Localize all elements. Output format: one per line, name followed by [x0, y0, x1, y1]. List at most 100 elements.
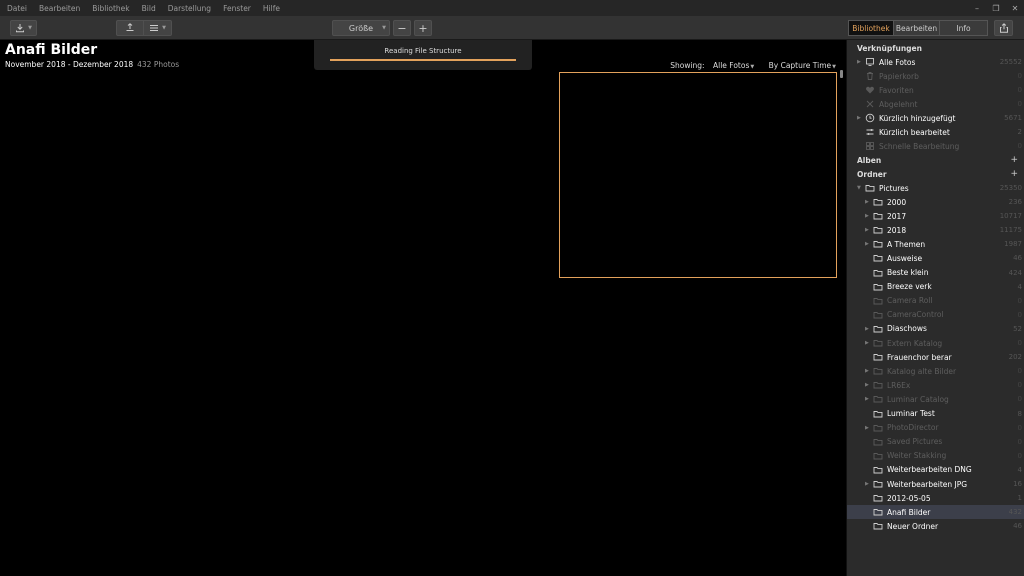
chevron-right-icon[interactable]: ▶ — [865, 199, 869, 205]
shortcut-item[interactable]: Abgelehnt 0 — [847, 97, 1024, 111]
menu-bibliothek[interactable]: Bibliothek — [86, 4, 135, 13]
menu-hilfe[interactable]: Hilfe — [257, 4, 286, 13]
chevron-right-icon[interactable]: ▶ — [865, 382, 869, 388]
folder-icon — [873, 437, 883, 447]
photo-count: 432 Photos — [137, 60, 180, 69]
chevron-down-icon: ▼ — [832, 64, 836, 70]
close-button[interactable]: ✕ — [1010, 4, 1020, 13]
folder-item[interactable]: Neuer Ordner 46 — [847, 519, 1024, 533]
folder-item[interactable]: Camera Roll 0 — [847, 294, 1024, 308]
chevron-right-icon[interactable]: ▶ — [857, 59, 861, 65]
folder-item[interactable]: ▶ A Themen 1987 — [847, 237, 1024, 251]
folder-item[interactable]: 2012-05-05 1 — [847, 491, 1024, 505]
chevron-right-icon[interactable]: ▶ — [865, 396, 869, 402]
shortcut-item-label: Kürzlich bearbeitet — [879, 127, 950, 137]
restore-button[interactable]: ❐ — [991, 4, 1001, 13]
sidebar: Verknüpfungen ▶ Alle Fotos 25552 Papierkorb… — [846, 40, 1024, 576]
shortcut-item-label: Papierkorb — [879, 71, 919, 81]
folder-item-pictures[interactable]: ▼ Pictures 25350 — [847, 181, 1024, 195]
shortcut-item-label: Kürzlich hinzugefügt — [879, 113, 956, 123]
chevron-down-icon: ▼ — [750, 64, 755, 70]
shortcut-item-count: 5671 — [1004, 114, 1022, 122]
folder-item[interactable]: Luminar Test 8 — [847, 407, 1024, 421]
x-icon — [865, 99, 875, 109]
folder-icon — [873, 282, 883, 292]
tab-bearbeiten[interactable]: Bearbeiten — [894, 20, 940, 36]
scrollbar[interactable] — [840, 70, 843, 78]
folder-item[interactable]: ▶ Luminar Catalog 0 — [847, 392, 1024, 406]
folder-item[interactable]: Anafi Bilder 432 — [847, 505, 1024, 520]
chevron-right-icon[interactable]: ▶ — [865, 425, 869, 431]
list-view-button[interactable]: ▼ — [143, 20, 172, 36]
folder-icon — [873, 253, 883, 263]
folder-item[interactable]: Saved Pictures 0 — [847, 435, 1024, 449]
folder-item-label: LR6Ex — [887, 380, 911, 390]
size-dropdown[interactable]: Größe ▼ — [332, 20, 390, 36]
progress-fill — [330, 59, 516, 61]
chevron-right-icon[interactable]: ▶ — [857, 115, 861, 121]
menu-darstellung[interactable]: Darstellung — [162, 4, 217, 13]
chevron-right-icon[interactable]: ▶ — [865, 213, 869, 219]
folder-item[interactable]: Breeze verk 4 — [847, 280, 1024, 294]
shortcut-item[interactable]: Schnelle Bearbeitung 0 — [847, 139, 1024, 153]
chevron-right-icon[interactable]: ▶ — [865, 481, 869, 487]
zoom-out-button[interactable]: − — [393, 20, 411, 36]
folder-item-count: 16 — [1013, 480, 1022, 488]
folder-item[interactable]: Ausweise 46 — [847, 251, 1024, 265]
folder-item-label: Frauenchor berar — [887, 352, 952, 362]
folder-item-count: 1987 — [1004, 240, 1022, 249]
chevron-down-icon[interactable]: ▼ — [857, 185, 861, 191]
folder-item[interactable]: Frauenchor berar 202 — [847, 350, 1024, 364]
folder-item[interactable]: ▶ Extern Katalog 0 — [847, 336, 1024, 350]
filter-dropdown[interactable]: Alle Fotos▼ — [713, 61, 754, 70]
tab-info[interactable]: Info — [940, 20, 988, 36]
chevron-right-icon[interactable]: ▶ — [865, 368, 869, 374]
folder-item-label: Weiterbearbeiten JPG — [887, 479, 968, 489]
zoom-in-button[interactable]: + — [414, 20, 432, 36]
chevron-right-icon[interactable]: ▶ — [865, 326, 869, 332]
upload-button[interactable] — [116, 20, 143, 36]
date-range: November 2018 - Dezember 2018 — [5, 60, 134, 69]
folder-item[interactable]: ▶ Weiterbearbeiten JPG 16 — [847, 477, 1024, 491]
folder-item[interactable]: ▶ Katalog alte Bilder 0 — [847, 364, 1024, 378]
progress-bar — [330, 59, 516, 61]
add-album-icon[interactable]: + — [1010, 155, 1018, 165]
photos-icon — [865, 57, 875, 67]
folder-item[interactable]: ▶ LR6Ex 0 — [847, 378, 1024, 392]
upload-icon — [126, 23, 134, 31]
share-button[interactable] — [994, 20, 1013, 36]
shortcut-item[interactable]: ▶ Kürzlich hinzugefügt 5671 — [847, 111, 1024, 125]
folder-item[interactable]: Weiterbearbeiten DNG 4 — [847, 463, 1024, 477]
mode-tabs: Bibliothek Bearbeiten Info — [848, 20, 988, 36]
filter-value: Alle Fotos — [712, 61, 750, 70]
minimize-button[interactable]: – — [972, 4, 982, 13]
import-button[interactable]: ▼ — [10, 20, 37, 36]
shortcut-item[interactable]: ▶ Alle Fotos 25552 — [847, 55, 1024, 69]
menu-bild[interactable]: Bild — [136, 4, 162, 13]
shortcut-item[interactable]: Kürzlich bearbeitet 2 — [847, 125, 1024, 139]
folder-item[interactable]: ▶ 2018 11175 — [847, 223, 1024, 237]
folder-item[interactable]: ▶ 2017 10717 — [847, 209, 1024, 223]
menu-datei[interactable]: Datei — [0, 4, 33, 13]
folder-item[interactable]: ▶ PhotoDirector 0 — [847, 421, 1024, 435]
folder-item-count: 424 — [1008, 268, 1022, 277]
shortcut-item[interactable]: Favoriten 0 — [847, 83, 1024, 97]
chevron-right-icon[interactable]: ▶ — [865, 227, 869, 233]
chevron-right-icon[interactable]: ▶ — [865, 241, 869, 247]
tab-bibliothek[interactable]: Bibliothek — [848, 20, 894, 36]
folder-item[interactable]: CameraControl 0 — [847, 308, 1024, 322]
folder-item-count: 202 — [1008, 353, 1022, 362]
menu-bearbeiten[interactable]: Bearbeiten — [33, 4, 86, 13]
folder-item-count: 10717 — [999, 212, 1022, 221]
photo-thumbnail-placeholder[interactable] — [559, 72, 837, 278]
menu-fenster[interactable]: Fenster — [217, 4, 257, 13]
add-folder-icon[interactable]: + — [1010, 169, 1018, 179]
folder-item[interactable]: Weiter Stakking 0 — [847, 449, 1024, 463]
folder-item[interactable]: Beste klein 424 — [847, 266, 1024, 280]
folder-icon — [873, 394, 883, 404]
chevron-right-icon[interactable]: ▶ — [865, 340, 869, 346]
sort-dropdown[interactable]: By Capture Time▼ — [769, 61, 836, 70]
folder-item[interactable]: ▶ 2000 236 — [847, 195, 1024, 209]
shortcut-item[interactable]: Papierkorb 0 — [847, 69, 1024, 83]
folder-item[interactable]: ▶ Diaschows 52 — [847, 322, 1024, 336]
